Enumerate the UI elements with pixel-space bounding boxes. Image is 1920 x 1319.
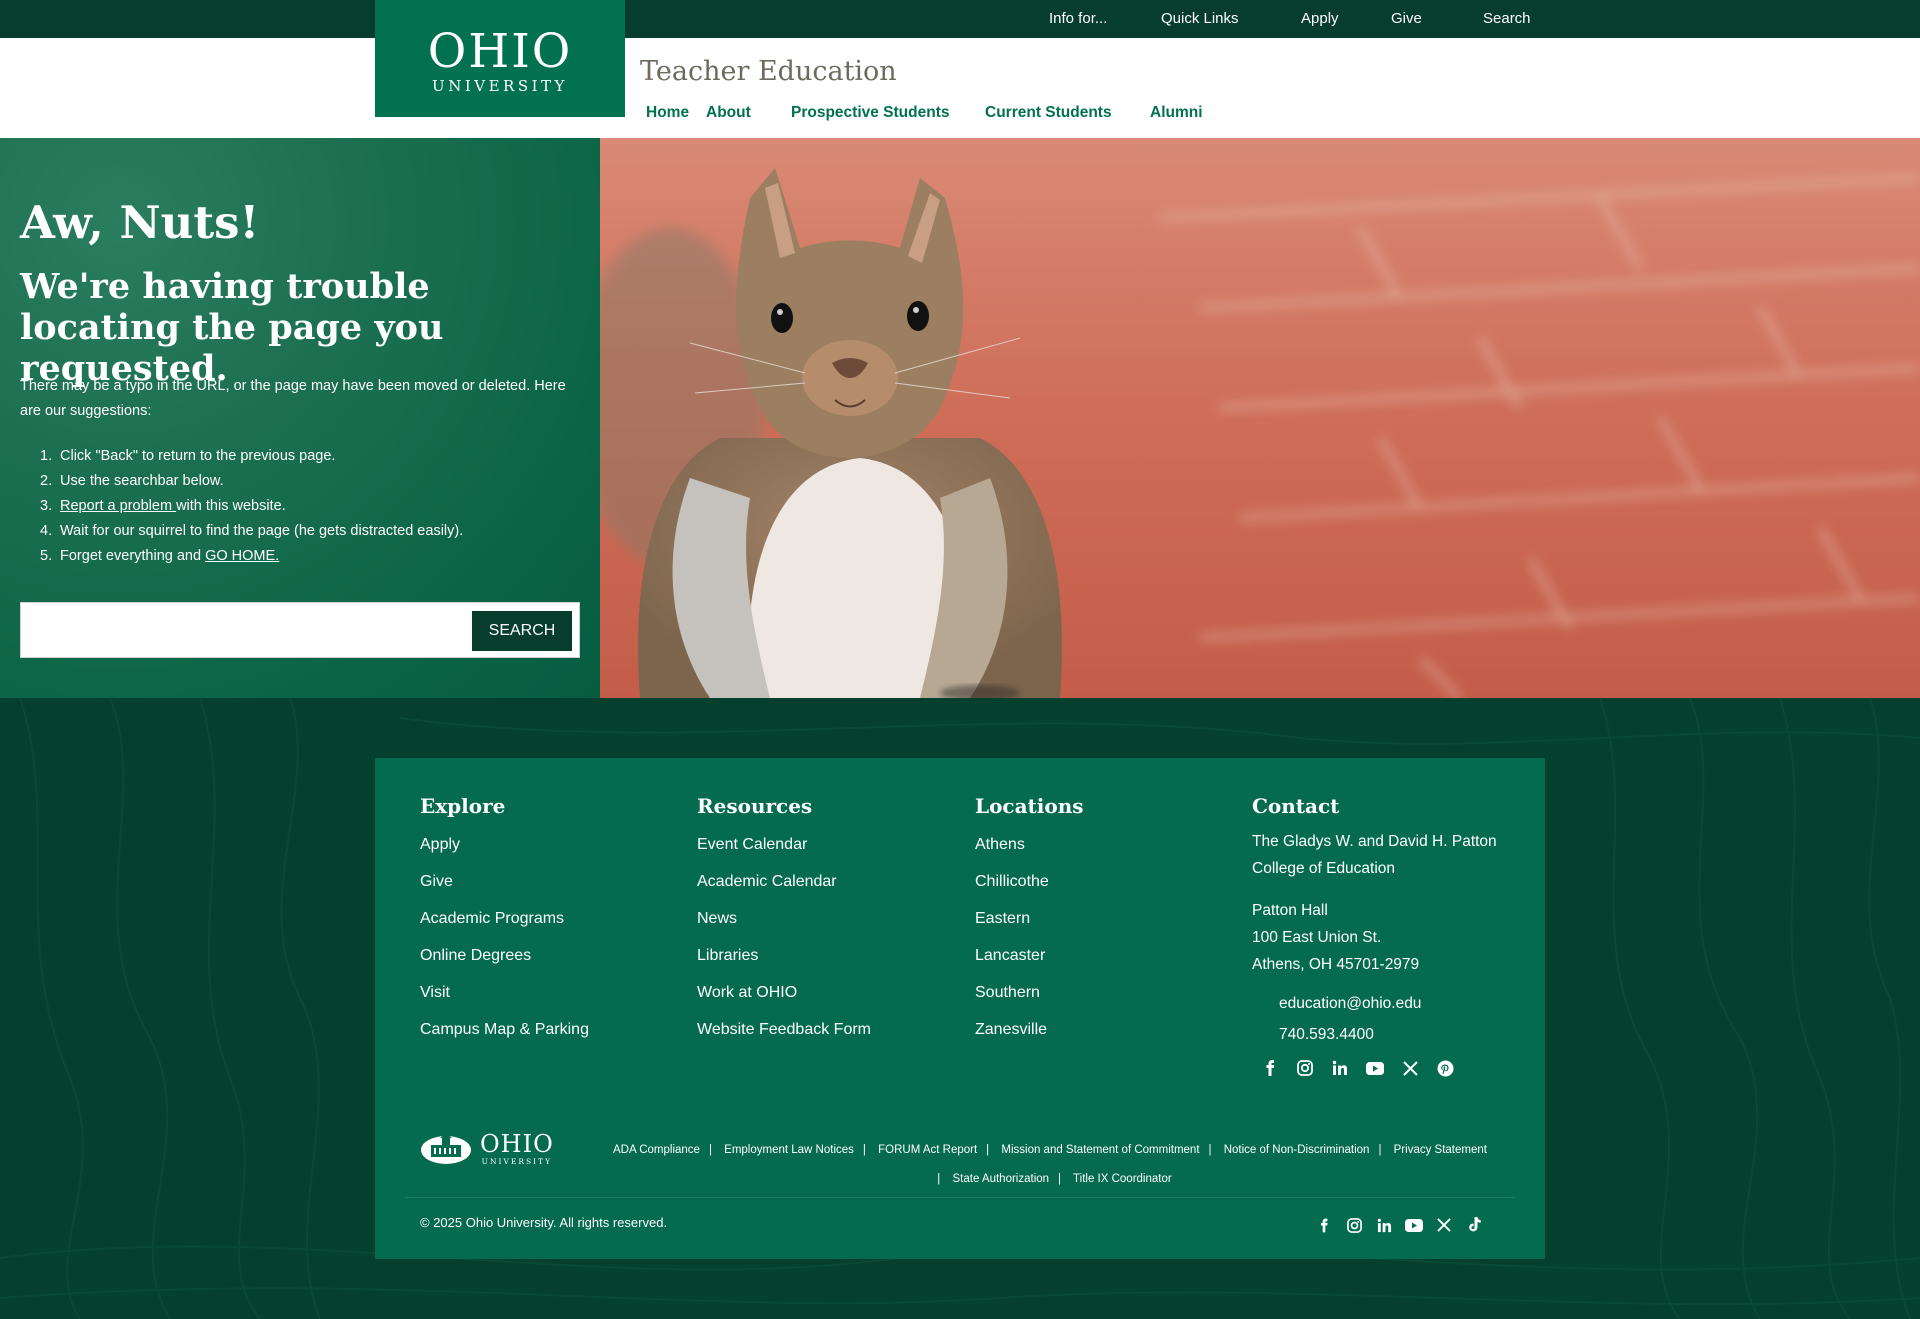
- footer-link-news[interactable]: News: [697, 908, 871, 945]
- util-search[interactable]: Search: [1483, 10, 1531, 27]
- search-form: SEARCH: [20, 602, 580, 658]
- footer-resources: Resources Event Calendar Academic Calend…: [697, 794, 871, 1056]
- footer-heading: Locations: [975, 794, 1084, 818]
- error-heading: Aw, Nuts!: [20, 196, 260, 249]
- legal-link-privacy[interactable]: Privacy Statement: [1394, 1144, 1487, 1156]
- squirrel-photo: [600, 138, 1920, 698]
- error-message-panel: Aw, Nuts! We're having trouble locating …: [0, 138, 600, 698]
- list-item: 3. Report a problem with this website.: [40, 498, 286, 514]
- college-name-line1: The Gladys W. and David H. Patton: [1252, 833, 1497, 850]
- footer-heading: Resources: [697, 794, 813, 818]
- nav-about[interactable]: About: [706, 104, 751, 122]
- util-info-for[interactable]: Info for...: [1049, 10, 1107, 27]
- footer-link-academic-calendar[interactable]: Academic Calendar: [697, 871, 871, 908]
- list-item: 5. Forget everything and GO HOME.: [40, 548, 280, 564]
- footer-link-athens[interactable]: Athens: [975, 834, 1084, 871]
- list-item: 4. Wait for our squirrel to find the page…: [40, 523, 464, 539]
- facebook-icon[interactable]: [1313, 1214, 1335, 1236]
- list-item: 1. Click "Back" to return to the previous…: [40, 448, 336, 464]
- util-give[interactable]: Give: [1391, 10, 1422, 27]
- nav-home[interactable]: Home: [646, 104, 689, 122]
- legal-link-state-authorization[interactable]: State Authorization: [953, 1173, 1050, 1185]
- footer-link-apply[interactable]: Apply: [420, 834, 589, 871]
- site-title[interactable]: Teacher Education: [640, 56, 897, 87]
- footer-ohio-logo[interactable]: OHIO UNIVERSITY: [420, 1132, 554, 1166]
- ohio-university-logo[interactable]: OHIO UNIVERSITY: [375, 0, 625, 117]
- footer-link-event-calendar[interactable]: Event Calendar: [697, 834, 871, 871]
- city-address: Athens, OH 45701-2979: [1252, 956, 1420, 973]
- footer-link-give[interactable]: Give: [420, 871, 589, 908]
- footer-logo-university: UNIVERSITY: [481, 1157, 553, 1166]
- footer-link-lancaster[interactable]: Lancaster: [975, 945, 1084, 982]
- error-hero: Aw, Nuts! We're having trouble locating …: [0, 138, 1920, 698]
- footer-locations: Locations Athens Chillicothe Eastern Lan…: [975, 794, 1084, 1056]
- pinterest-icon[interactable]: [1433, 1056, 1457, 1080]
- footer-link-southern[interactable]: Southern: [975, 982, 1084, 1019]
- footer-link-online-degrees[interactable]: Online Degrees: [420, 945, 589, 982]
- street-address: 100 East Union St.: [1252, 929, 1382, 946]
- site-header: [0, 38, 1920, 138]
- ohio-seal-icon: [421, 1132, 471, 1164]
- contact-social-links: [1252, 1056, 1497, 1080]
- legal-link-forum-act[interactable]: FORUM Act Report: [878, 1144, 977, 1156]
- youtube-icon[interactable]: [1403, 1214, 1425, 1236]
- legal-links: ADA Compliance | Employment Law Notices | …: [613, 1144, 1487, 1185]
- footer-card: Explore Apply Give Academic Programs Onl…: [375, 758, 1545, 1259]
- legal-link-non-discrimination[interactable]: Notice of Non-Discrimination: [1224, 1144, 1370, 1156]
- legal-link-mission[interactable]: Mission and Statement of Commitment: [1001, 1144, 1199, 1156]
- linkedin-icon[interactable]: [1328, 1056, 1352, 1080]
- footer-link-zanesville[interactable]: Zanesville: [975, 1019, 1084, 1056]
- search-input[interactable]: [27, 611, 477, 651]
- x-icon[interactable]: [1398, 1056, 1422, 1080]
- footer-heading: Explore: [420, 794, 506, 818]
- footer-link-chillicothe[interactable]: Chillicothe: [975, 871, 1084, 908]
- college-name-line2: College of Education: [1252, 860, 1396, 877]
- nav-prospective-students[interactable]: Prospective Students: [791, 104, 950, 122]
- util-apply[interactable]: Apply: [1301, 10, 1339, 27]
- x-icon[interactable]: [1433, 1214, 1455, 1236]
- instagram-icon[interactable]: [1293, 1056, 1317, 1080]
- footer-link-work-at-ohio[interactable]: Work at OHIO: [697, 982, 871, 1019]
- logo-university-text: UNIVERSITY: [432, 76, 568, 95]
- legal-link-title-ix[interactable]: Title IX Coordinator: [1073, 1173, 1172, 1185]
- squirrel-illustration: [600, 138, 1920, 698]
- copyright-text: © 2025 Ohio University. All rights reser…: [420, 1215, 668, 1230]
- search-button[interactable]: SEARCH: [472, 611, 572, 651]
- footer-link-libraries[interactable]: Libraries: [697, 945, 871, 982]
- nav-current-students[interactable]: Current Students: [985, 104, 1112, 122]
- suggestion-list: 1. Click "Back" to return to the previous…: [40, 444, 580, 569]
- go-home-link[interactable]: GO HOME.: [205, 548, 279, 564]
- footer-contact: Contact The Gladys W. and David H. Patto…: [1252, 794, 1497, 1080]
- youtube-icon[interactable]: [1363, 1056, 1387, 1080]
- nav-alumni[interactable]: Alumni: [1150, 104, 1203, 122]
- contact-phone[interactable]: 740.593.4400: [1252, 1019, 1497, 1050]
- footer-explore: Explore Apply Give Academic Programs Onl…: [420, 794, 589, 1056]
- building-name: Patton Hall: [1252, 902, 1328, 919]
- report-problem-link[interactable]: Report a problem: [60, 498, 176, 514]
- footer-link-visit[interactable]: Visit: [420, 982, 589, 1019]
- utility-bar: Info for... Quick Links Apply Give Searc…: [0, 0, 1920, 38]
- legal-link-employment[interactable]: Employment Law Notices: [724, 1144, 854, 1156]
- util-quick-links[interactable]: Quick Links: [1161, 10, 1239, 27]
- tiktok-icon[interactable]: [1463, 1214, 1485, 1236]
- footer-link-eastern[interactable]: Eastern: [975, 908, 1084, 945]
- linkedin-icon[interactable]: [1373, 1214, 1395, 1236]
- list-item: 2. Use the searchbar below.: [40, 473, 224, 489]
- footer-link-campus-map[interactable]: Campus Map & Parking: [420, 1019, 589, 1056]
- footer-heading: Contact: [1252, 794, 1340, 818]
- bottom-social-links: [1313, 1214, 1485, 1236]
- error-intro: There may be a typo in the URL, or the p…: [20, 378, 566, 419]
- footer-divider: [405, 1197, 1515, 1198]
- contact-email[interactable]: education@ohio.edu: [1252, 988, 1497, 1019]
- facebook-icon[interactable]: [1258, 1056, 1282, 1080]
- error-subheading: We're having trouble locating the page y…: [20, 266, 444, 389]
- footer-link-feedback-form[interactable]: Website Feedback Form: [697, 1019, 871, 1056]
- footer-logo-ohio: OHIO: [480, 1130, 554, 1158]
- legal-link-ada[interactable]: ADA Compliance: [613, 1144, 700, 1156]
- logo-ohio-text: OHIO: [427, 23, 573, 79]
- instagram-icon[interactable]: [1343, 1214, 1365, 1236]
- footer-link-academic-programs[interactable]: Academic Programs: [420, 908, 589, 945]
